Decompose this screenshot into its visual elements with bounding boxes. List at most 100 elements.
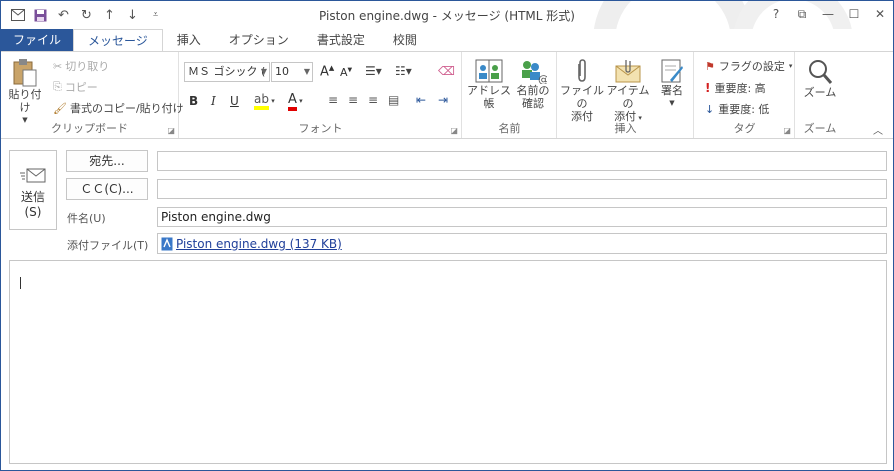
send-icon (20, 168, 46, 183)
font-group-label: フォント (298, 122, 343, 135)
attach-item-label-1: アイテムの (606, 84, 650, 110)
chevron-down-icon: ▾ (788, 62, 793, 70)
dialog-launcher-icon[interactable]: ◪ (783, 126, 791, 135)
ribbon-display-button[interactable]: ⧉ (789, 1, 815, 27)
cut-button[interactable]: ✂ 切り取り (53, 58, 109, 74)
text-caret (20, 277, 21, 289)
high-importance-label: 重要度: 高 (714, 82, 766, 95)
clear-format-icon[interactable]: ⌫ (438, 64, 455, 78)
font-name-combo[interactable]: ＭＳ ゴシック ( ▼ (184, 62, 270, 82)
svg-text:@: @ (538, 73, 547, 84)
paste-icon (13, 59, 37, 87)
ribbon: 貼り付け ▼ ✂ 切り取り ⎘ コピー 🖌 書式のコピー/貼り付け クリップボー… (1, 51, 893, 139)
font-color-icon[interactable]: A ▾ (288, 92, 303, 111)
zoom-group: ズーム ズーム (796, 52, 844, 138)
insert-group-label: 挿入 (614, 122, 637, 135)
font-name-value: ＭＳ ゴシック ( (188, 65, 266, 78)
bold-button[interactable]: B (189, 94, 198, 108)
chevron-down-icon: ▼ (669, 99, 675, 107)
copy-button[interactable]: ⎘ コピー (53, 79, 98, 95)
high-importance-button[interactable]: ! 重要度: 高 (705, 80, 766, 96)
paste-button[interactable]: 貼り付け ▼ (5, 58, 45, 127)
insert-group: ファイルの 添付 アイテムの 添付 ▾ 署名 ▼ 挿入 (558, 52, 694, 138)
address-book-button[interactable]: アドレス帳 (467, 58, 511, 110)
subject-field[interactable]: Piston engine.dwg (157, 207, 887, 227)
window-title: Piston engine.dwg - メッセージ (HTML 形式) (319, 9, 575, 23)
zoom-button[interactable]: ズーム (798, 58, 842, 99)
check-names-icon: @ (522, 61, 547, 84)
tab-format[interactable]: 書式設定 (303, 29, 379, 51)
attach-label: 添付ファイル(T) (67, 239, 149, 252)
chevron-down-icon: ▼ (260, 67, 267, 76)
follow-up-button[interactable]: ⚑ フラグの設定 ▾ (705, 58, 792, 74)
address-book-icon (475, 59, 503, 83)
shrink-font-icon[interactable]: A▼ (340, 66, 352, 79)
align-left-icon[interactable]: ≡ (328, 93, 338, 107)
check-names-button[interactable]: @ 名前の 確認 (511, 58, 555, 110)
check-names-label-1: 名前の (516, 84, 550, 97)
names-group: アドレス帳 @ 名前の 確認 名前 (463, 52, 557, 138)
grow-font-icon[interactable]: A▲ (320, 64, 334, 79)
cut-label: 切り取り (65, 60, 110, 73)
zoom-label: ズーム (803, 86, 837, 99)
low-importance-label: 重要度: 低 (718, 103, 770, 116)
highlight-icon[interactable]: ab ▾ (254, 92, 275, 110)
tab-insert[interactable]: 挿入 (163, 29, 215, 51)
tab-options[interactable]: オプション (215, 29, 303, 51)
chevron-down-icon: ▼ (303, 67, 310, 76)
underline-button[interactable]: U (230, 94, 239, 108)
font-size-value: 10 (275, 65, 289, 78)
window-controls: ? ⧉ — ☐ ✕ (763, 1, 893, 27)
align-right-icon[interactable]: ≡ (368, 93, 378, 107)
attachment-well: Piston engine.dwg (137 KB) (157, 233, 887, 254)
minimize-button[interactable]: — (815, 1, 841, 27)
signature-button[interactable]: 署名 ▼ (654, 58, 690, 110)
clipboard-group: 貼り付け ▼ ✂ 切り取り ⎘ コピー 🖌 書式のコピー/貼り付け クリップボー… (1, 52, 184, 138)
attach-item-button[interactable]: アイテムの 添付 ▾ (604, 58, 652, 125)
maximize-button[interactable]: ☐ (841, 1, 867, 27)
low-importance-button[interactable]: ↓ 重要度: 低 (705, 101, 769, 117)
check-names-label-2: 確認 (522, 97, 544, 110)
envelope-attach-icon (615, 60, 641, 83)
tab-review[interactable]: 校閲 (379, 29, 431, 51)
message-body[interactable] (9, 260, 887, 464)
copy-label: コピー (64, 81, 98, 94)
tab-message[interactable]: メッセージ (73, 29, 163, 52)
dialog-launcher-icon[interactable]: ◪ (450, 126, 458, 135)
font-group: ＭＳ ゴシック ( ▼ 10 ▼ A▲ A▼ ☰▾ ☷▾ ⌫ B I U ab … (180, 52, 462, 138)
tags-group-label: タグ (733, 122, 756, 135)
format-painter-button[interactable]: 🖌 書式のコピー/貼り付け (53, 100, 184, 116)
increase-indent-icon[interactable]: ⇥ (438, 93, 448, 107)
exclamation-icon: ! (705, 81, 711, 95)
format-painter-label: 書式のコピー/貼り付け (69, 102, 184, 115)
dialog-launcher-icon[interactable]: ◪ (167, 126, 175, 135)
decrease-indent-icon[interactable]: ⇤ (416, 93, 426, 107)
to-button[interactable]: 宛先... (66, 150, 148, 172)
send-button[interactable]: 送信 (S) (9, 150, 57, 230)
justify-icon[interactable]: ▤ (388, 93, 399, 107)
flag-icon: ⚑ (705, 59, 715, 73)
collapse-ribbon-icon[interactable]: ︿ (873, 122, 883, 137)
follow-up-label: フラグの設定 (718, 60, 785, 73)
italic-button[interactable]: I (211, 94, 216, 108)
bullets-icon[interactable]: ☰▾ (365, 64, 382, 78)
cc-field[interactable] (157, 179, 887, 199)
outlook-compose-window: ↶ ↻ ↑ ↓ ⩡ Piston engine.dwg - メッセージ (HTM… (0, 0, 894, 471)
align-center-icon[interactable]: ≡ (348, 93, 358, 107)
copy-icon: ⎘ (53, 80, 62, 93)
close-button[interactable]: ✕ (867, 1, 893, 27)
cc-button[interactable]: ＣＣ(C)... (66, 178, 148, 200)
names-group-label: 名前 (498, 122, 521, 135)
ribbon-tabs: ファイル メッセージ 挿入 オプション 書式設定 校閲 (1, 29, 893, 52)
down-arrow-icon: ↓ (705, 102, 715, 116)
to-field[interactable] (157, 151, 887, 171)
attach-file-button[interactable]: ファイルの 添付 (560, 58, 604, 123)
attach-file-label-1: ファイルの (560, 84, 604, 110)
help-button[interactable]: ? (763, 1, 789, 27)
numbering-icon[interactable]: ☷▾ (395, 64, 412, 78)
font-size-combo[interactable]: 10 ▼ (271, 62, 313, 82)
dwg-file-icon (161, 237, 173, 250)
clipboard-group-label: クリップボード (51, 122, 128, 135)
attachment-link[interactable]: Piston engine.dwg (137 KB) (176, 235, 342, 253)
tab-file[interactable]: ファイル (1, 29, 74, 51)
